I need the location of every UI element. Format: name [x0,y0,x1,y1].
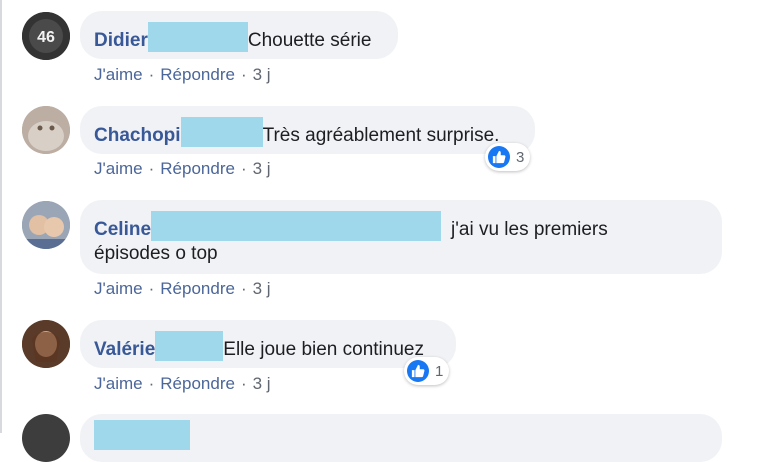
redacted-name [180,117,263,147]
avatar[interactable] [22,414,70,462]
reply-link[interactable]: Répondre [160,65,235,84]
reply-link[interactable]: Répondre [160,279,235,298]
left-border [0,0,2,433]
comment-author[interactable]: Valérie [94,339,155,360]
thumbs-up-icon [407,360,429,382]
comment-author[interactable]: Celine [94,219,151,240]
comment-bubble: Chachopi Très agréablement surprise. [80,106,535,154]
comment-bubble: Celine j'ai vu les premiers épisodes o to… [80,200,722,274]
like-link[interactable]: J'aime [94,374,143,393]
comment-text: Chouette série [247,30,372,51]
comment-actions: J'aime · Répondre · 3 j [94,279,271,298]
avatar[interactable]: 46 [22,12,70,60]
reaction-badge[interactable]: 3 [485,143,531,171]
avatar[interactable] [22,106,70,154]
redacted-name [155,331,224,361]
comment-author[interactable]: Didier [94,30,148,51]
comment-actions: J'aime · Répondre · 3 j [94,65,271,84]
avatar[interactable] [22,320,70,368]
comment-text: Elle joue bien continuez [223,339,424,360]
like-link[interactable]: J'aime [94,159,143,178]
redacted-name [94,420,190,450]
comment-text: épisodes o top [94,243,218,264]
comment-bubble [80,414,722,462]
comment-time[interactable]: 3 j [253,374,271,393]
comment-bubble: Valérie Elle joue bien continuez [80,320,456,368]
comment-time[interactable]: 3 j [253,65,271,84]
comment-actions: J'aime · Répondre · 3 j [94,374,271,393]
reaction-badge[interactable]: 1 [404,357,450,385]
comment-author[interactable]: Chachopi [94,125,181,146]
comment-bubble: Didier Chouette série [80,11,398,59]
comment-text: Très agréablement surprise. [262,125,500,146]
comment-time[interactable]: 3 j [253,279,271,298]
avatar[interactable] [22,201,70,249]
comment-text: j'ai vu les premiers [451,219,608,240]
reaction-count: 1 [435,362,444,380]
reply-link[interactable]: Répondre [160,374,235,393]
redacted-name [147,22,248,52]
like-link[interactable]: J'aime [94,279,143,298]
reply-link[interactable]: Répondre [160,159,235,178]
comment-time[interactable]: 3 j [253,159,271,178]
redacted-name [151,211,442,241]
comment-actions: J'aime · Répondre · 3 j [94,159,271,178]
svg-text:46: 46 [37,29,55,46]
reaction-count: 3 [516,148,525,166]
thumbs-up-icon [488,146,510,168]
like-link[interactable]: J'aime [94,65,143,84]
